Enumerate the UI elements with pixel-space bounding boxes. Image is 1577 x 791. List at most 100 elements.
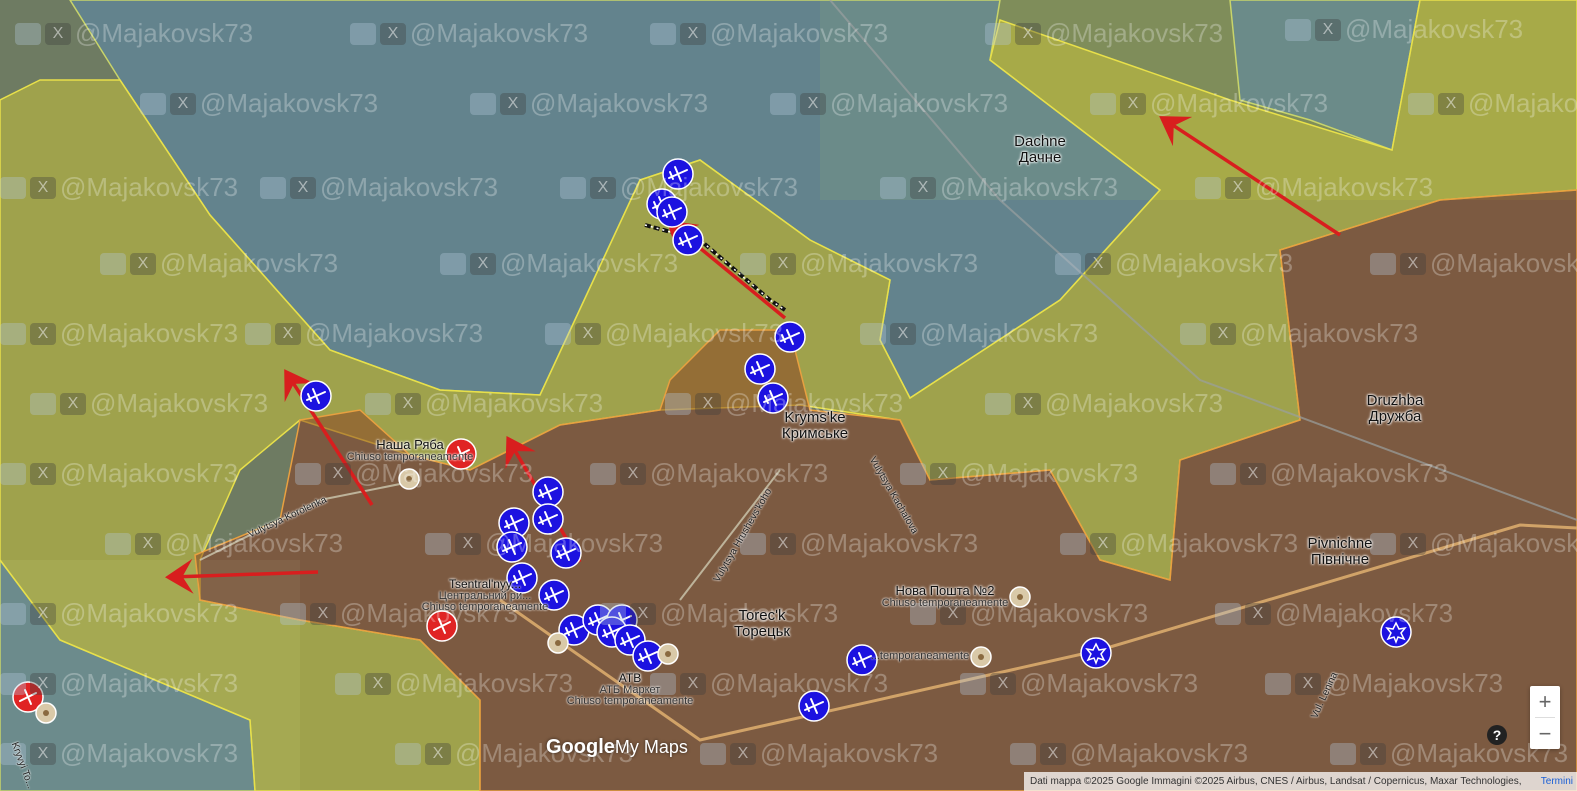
watermark: X@Majakovsk73 (365, 388, 603, 419)
watermark: X@Majakovsk73 (900, 458, 1138, 489)
watermark: X@Majakovsk73 (740, 528, 978, 559)
x-icon: X (135, 532, 161, 555)
google-logo-text: Google (546, 736, 615, 758)
x-icon: X (30, 176, 56, 199)
telegram-icon (985, 392, 1011, 415)
terms-link[interactable]: Termini (1541, 772, 1573, 791)
x-icon: X (890, 322, 916, 345)
place-krymske[interactable]: Krymsʹke Кримське (770, 410, 860, 442)
place-druzhba[interactable]: Druzhba Дружба (1355, 393, 1435, 425)
telegram-icon (260, 176, 286, 199)
poi-nova-poshta[interactable]: Нова Пошта №2 Chiuso temporaneamente (870, 584, 1020, 609)
watermark: X@Majakovsk73 (0, 172, 238, 203)
x-icon: X (990, 672, 1016, 695)
telegram-icon (440, 252, 466, 275)
x-icon: X (1400, 252, 1426, 275)
telegram-icon (1210, 462, 1236, 485)
aircraft-marker-icon[interactable] (532, 476, 564, 508)
place-dachne-name: Dachne (1014, 133, 1066, 150)
x-icon: X (30, 672, 56, 695)
poi-central-market[interactable]: Tsentral'nyy... Центральний ри... Chiuso… (415, 578, 555, 614)
watermark: X@Majakovsk73 (1370, 248, 1577, 279)
place-toreck-name: Torecʹk (738, 607, 786, 624)
x-icon: X (380, 22, 406, 45)
x-icon: X (130, 252, 156, 275)
telegram-icon (280, 602, 306, 625)
x-icon: X (470, 252, 496, 275)
telegram-icon (770, 92, 796, 115)
watermark: X@Majakovsk73 (350, 18, 588, 49)
telegram-icon (590, 462, 616, 485)
zoom-out-button[interactable]: − (1530, 718, 1560, 749)
x-icon: X (590, 176, 616, 199)
poi-pin-icon[interactable] (970, 646, 992, 668)
explosion-marker-icon[interactable] (1080, 637, 1112, 669)
telegram-icon (560, 176, 586, 199)
place-dachne[interactable]: Dachne Дачне (1000, 134, 1080, 166)
telegram-icon (470, 92, 496, 115)
place-pivnichne-alt: Північне (1310, 550, 1370, 568)
x-icon: X (1245, 602, 1271, 625)
poi-pin-icon[interactable] (35, 702, 57, 724)
place-pivnichne-name: Pivnichne (1307, 535, 1373, 552)
watermark: X@Majakovsk73 (245, 318, 483, 349)
x-icon: X (930, 462, 956, 485)
zoom-in-button[interactable]: + (1530, 686, 1560, 717)
x-icon: X (630, 602, 656, 625)
telegram-icon (245, 322, 271, 345)
poi-pin-icon[interactable] (547, 632, 569, 654)
poi-temporaneamente[interactable]: ...temporaneamente (870, 650, 970, 663)
x-icon: X (1085, 252, 1111, 275)
x-icon: X (800, 92, 826, 115)
x-icon: X (325, 462, 351, 485)
place-toreck[interactable]: Torecʹk Торецьк (722, 608, 802, 640)
watermark: X@Majakovsk73 (650, 18, 888, 49)
telegram-icon (860, 322, 886, 345)
x-icon: X (425, 742, 451, 765)
telegram-icon (545, 322, 571, 345)
telegram-icon (1285, 18, 1311, 41)
telegram-icon (700, 742, 726, 765)
zoom-control: + − (1530, 686, 1560, 749)
telegram-icon (15, 22, 41, 45)
x-icon: X (395, 392, 421, 415)
watermark: X@Majakovsk73 (260, 172, 498, 203)
x-icon: X (680, 22, 706, 45)
x-icon: X (1240, 462, 1266, 485)
telegram-icon (0, 672, 26, 695)
x-icon: X (1295, 672, 1321, 695)
poi-pin-icon[interactable] (657, 643, 679, 665)
x-icon: X (1015, 22, 1041, 45)
telegram-icon (1010, 742, 1036, 765)
x-icon: X (500, 92, 526, 115)
x-icon: X (30, 602, 56, 625)
place-toreck-alt: Торецьк (734, 622, 790, 640)
watermark: X@Majakovsk73 (105, 528, 343, 559)
x-icon: X (455, 532, 481, 555)
telegram-icon (1330, 742, 1356, 765)
watermark: X@Majakovsk73 (0, 318, 238, 349)
telegram-icon (880, 176, 906, 199)
telegram-icon (1265, 672, 1291, 695)
aircraft-marker-icon[interactable] (300, 380, 332, 412)
telegram-icon (1195, 176, 1221, 199)
poi-nasha-ryaba[interactable]: Наша Ряба Chiuso temporaneamente (340, 438, 480, 463)
watermark: X@Majakovsk73 (560, 172, 798, 203)
telegram-icon (1408, 92, 1434, 115)
google-my-maps-logo: GoogleMy Maps (546, 736, 688, 759)
poi-atb[interactable]: ATB АТБ Маркет Chiuso temporaneamente (565, 672, 695, 708)
help-button[interactable]: ? (1487, 725, 1507, 745)
place-krymske-alt: Кримське (781, 424, 849, 442)
watermark: X@Majakovsk73 (740, 248, 978, 279)
my-maps-logo-text: My Maps (614, 737, 688, 757)
x-icon: X (575, 322, 601, 345)
place-pivnichne[interactable]: Pivnichne Північне (1295, 536, 1385, 568)
telegram-icon (425, 532, 451, 555)
aircraft-marker-icon[interactable] (744, 353, 776, 385)
watermark: X@Majakovsk73 (545, 318, 783, 349)
watermark: X@Majakovsk73 (0, 668, 238, 699)
watermark: X@Majakovsk73 (1265, 668, 1503, 699)
watermark: X@Majakovsk73 (140, 88, 378, 119)
watermark: X@Majakovsk73 (1010, 738, 1248, 769)
telegram-icon (650, 22, 676, 45)
